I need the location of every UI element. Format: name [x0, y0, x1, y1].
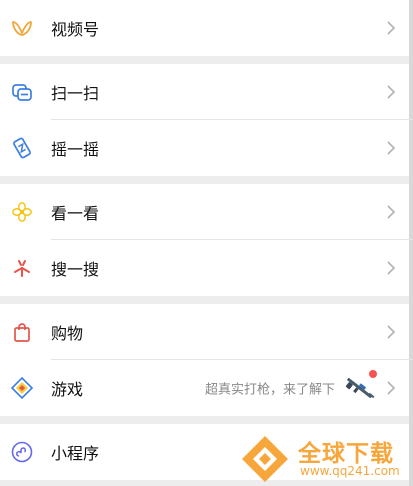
chevron-right-icon [387, 85, 396, 99]
game-promo-text: 超真实打枪，来了解下 [204, 382, 335, 398]
menu-item-shopping[interactable]: 购物 [0, 304, 413, 360]
menu-item-label: 购物 [51, 324, 84, 343]
chevron-right-icon [387, 325, 396, 339]
chevron-right-icon [387, 381, 396, 395]
section-separator [0, 296, 413, 304]
chevron-right-icon [387, 141, 396, 155]
chevron-right-icon [387, 21, 396, 35]
menu-item-label: 摇一摇 [51, 140, 100, 159]
channels-icon [10, 16, 34, 40]
chevron-right-icon [387, 261, 396, 275]
menu-item-label: 小程序 [51, 444, 100, 463]
menu-item-label: 游戏 [51, 380, 84, 399]
top-stories-icon [10, 200, 34, 224]
menu-group-mini-programs: 小程序 [0, 424, 413, 480]
section-separator [0, 56, 413, 64]
menu-item-channels[interactable]: 视频号 [0, 0, 413, 56]
shake-icon [10, 136, 34, 160]
menu-item-mini-programs[interactable]: 小程序 [0, 424, 413, 480]
section-separator [0, 176, 413, 184]
menu-item-label: 看一看 [51, 204, 100, 223]
chevron-right-icon [387, 205, 396, 219]
menu-group-channels: 视频号 [0, 0, 413, 56]
menu-item-games[interactable]: 游戏 超真实打枪，来了解下 [0, 360, 413, 416]
game-icon [10, 376, 34, 400]
scan-icon [10, 80, 34, 104]
section-separator [0, 416, 413, 424]
mini-programs-icon [10, 440, 34, 464]
menu-item-label: 视频号 [51, 20, 100, 39]
menu-group-shop-games: 购物 游戏 超真实打枪，来了解下 [0, 304, 413, 416]
menu-item-shake[interactable]: 摇一摇 [0, 120, 413, 176]
menu-item-label: 扫一扫 [51, 84, 100, 103]
menu-item-label: 搜一搜 [51, 260, 100, 279]
menu-group-stories-search: 看一看 搜一搜 [0, 184, 413, 296]
menu-item-top-stories[interactable]: 看一看 [0, 184, 413, 240]
menu-item-search[interactable]: 搜一搜 [0, 240, 413, 296]
menu-group-scan-shake: 扫一扫 摇一摇 [0, 64, 413, 176]
search-icon [10, 256, 34, 280]
red-dot-badge [369, 370, 377, 378]
menu-item-scan[interactable]: 扫一扫 [0, 64, 413, 120]
shopping-bag-icon [10, 320, 34, 344]
